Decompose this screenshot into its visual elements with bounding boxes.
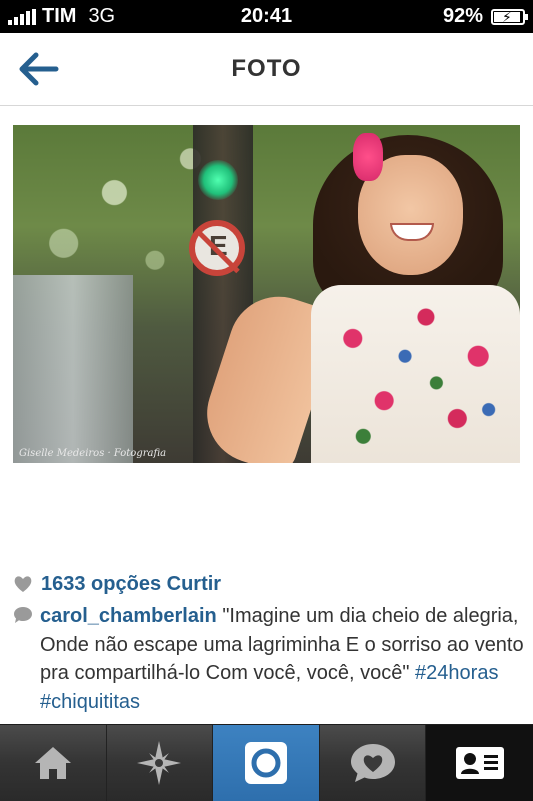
photo-green-light [198, 160, 238, 200]
comment-bubble-icon [14, 607, 32, 623]
camera-icon [244, 742, 287, 784]
tab-profile[interactable] [426, 725, 533, 801]
photo-background-building [13, 275, 133, 463]
charging-icon: ⚡ [502, 8, 512, 25]
home-icon [34, 747, 71, 779]
back-button[interactable] [16, 51, 60, 87]
photo-floral-dress [311, 285, 520, 463]
likes-row[interactable]: 1633 opções Curtir [13, 571, 523, 597]
tab-activity[interactable] [320, 725, 427, 801]
activity-icon [350, 744, 395, 782]
battery-group: 92% ⚡ [442, 5, 528, 28]
page-title: FOTO [231, 55, 302, 82]
post-photo[interactable]: Giselle Medeiros · Fotografia [13, 125, 520, 463]
battery-icon: ⚡ [491, 8, 528, 25]
profile-icon [455, 747, 504, 779]
tab-bar [0, 724, 533, 801]
photo-watermark: Giselle Medeiros · Fotografia [19, 448, 167, 459]
tab-camera[interactable] [213, 725, 320, 801]
tab-home[interactable] [0, 725, 107, 801]
status-bar: TIM 3G 20:41 92% ⚡ [0, 0, 533, 33]
tab-explore[interactable] [107, 725, 214, 801]
likes-count[interactable]: 1633 opções Curtir [41, 573, 221, 596]
hashtag-link[interactable]: #24horas [415, 662, 498, 684]
hashtag-link[interactable]: #chiquititas [40, 691, 140, 713]
caption-username[interactable]: carol_chamberlain [40, 605, 217, 627]
photo-no-parking-sign [189, 220, 245, 276]
heart-icon [14, 576, 32, 592]
caption-text: carol_chamberlain "Imagine um dia cheio … [40, 602, 530, 716]
navigation-bar: FOTO [0, 33, 533, 106]
explore-icon [137, 741, 182, 785]
arrow-left-icon [19, 52, 59, 86]
photo-hair-bow [353, 133, 383, 181]
battery-percent: 92% [442, 5, 483, 27]
